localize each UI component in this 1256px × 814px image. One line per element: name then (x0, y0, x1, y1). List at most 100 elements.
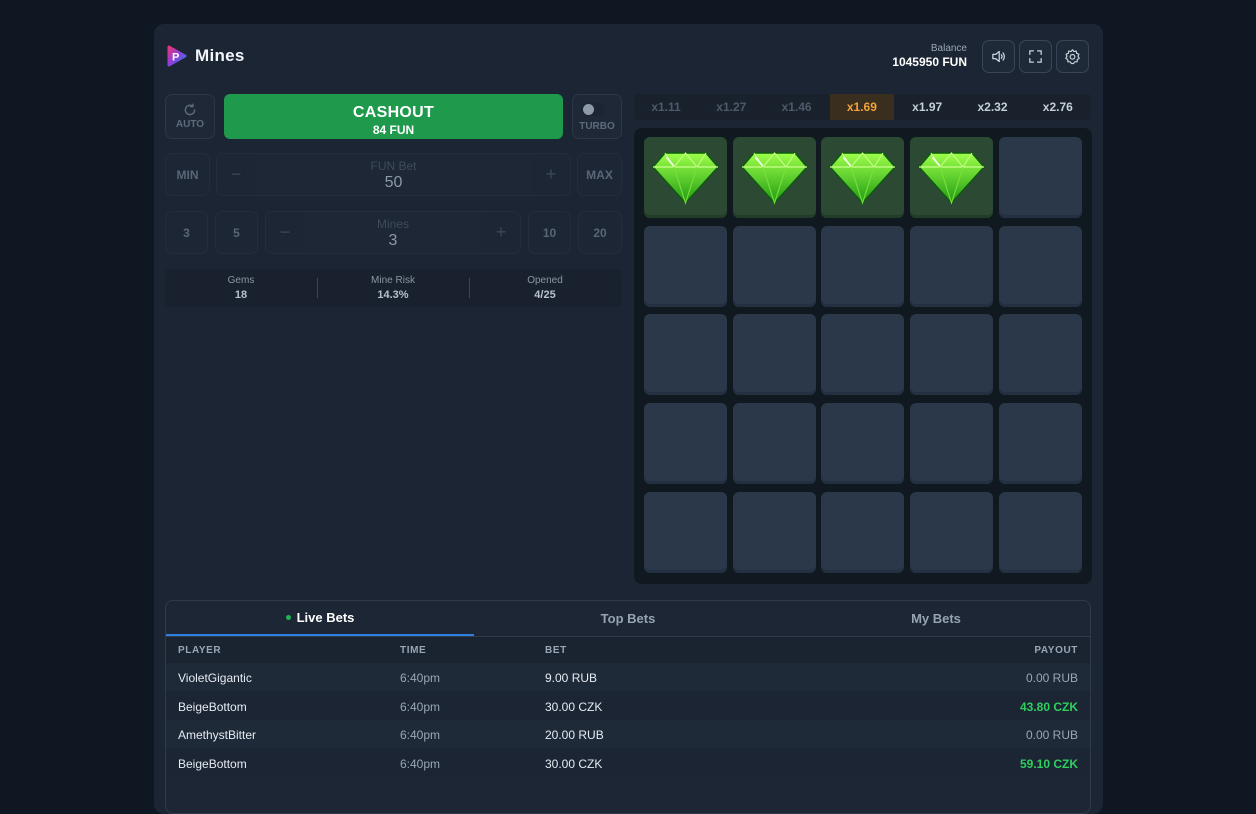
tile-hidden[interactable] (644, 225, 727, 307)
mines-preset-20[interactable]: 20 (578, 211, 622, 254)
balance-value: 1045950 FUN (892, 55, 967, 69)
payout-amount: 0.00 RUB (1025, 671, 1078, 685)
tile-hidden[interactable] (998, 491, 1082, 573)
stats-bar: Gems 18 Mine Risk 14.3% Opened 4/25 (165, 269, 622, 307)
tile-hidden[interactable] (910, 314, 994, 396)
tile-hidden[interactable] (998, 403, 1082, 485)
game-title: Mines (195, 46, 245, 65)
mines-field-label: Mines (376, 217, 409, 231)
tile-hidden[interactable] (644, 314, 727, 396)
bet-time: 6:40pm (400, 756, 441, 771)
tile-hidden[interactable] (732, 314, 816, 396)
tile-hidden[interactable] (910, 225, 994, 307)
stat-gems: Gems 18 (165, 269, 317, 301)
player-name: BeigeBottom (178, 699, 247, 714)
multiplier-4: x1.97 (912, 100, 943, 114)
max-bet-button[interactable]: MAX (577, 153, 622, 196)
stat-opened-value: 4/25 (534, 289, 556, 301)
table-row: BeigeBottom 6:40pm 30.00 CZK 43.80 CZK (166, 691, 1090, 720)
gem-icon (740, 152, 808, 205)
sound-button[interactable] (982, 40, 1015, 73)
tile-hidden[interactable] (821, 225, 905, 307)
tile-hidden[interactable] (821, 403, 905, 485)
stat-opened: Opened 4/25 (469, 269, 621, 301)
turbo-switch-icon (581, 103, 605, 116)
multiplier-3: x1.69 (829, 94, 894, 120)
bet-field-label: FUN Bet (370, 159, 417, 173)
payout-amount: 0.00 RUB (1025, 728, 1078, 742)
settings-button[interactable] (1056, 40, 1089, 73)
mines-value: 3 (388, 232, 398, 249)
cashout-label: CASHOUT (352, 103, 435, 121)
tile-revealed-gem[interactable] (821, 137, 905, 218)
tile-hidden[interactable] (910, 491, 994, 573)
refresh-icon (184, 103, 196, 116)
bet-input[interactable]: FUN Bet 50 (255, 154, 532, 195)
tile-hidden[interactable] (998, 314, 1082, 396)
min-bet-button[interactable]: MIN (165, 153, 210, 196)
stat-mine-risk: Mine Risk 14.3% (317, 269, 469, 301)
mines-preset-3[interactable]: 3 (165, 211, 208, 254)
balance: Balance 1045950 FUN (892, 43, 967, 69)
bets-tabs: Live Bets Top Bets My Bets (166, 601, 1090, 637)
game-window: P Mines Balance 1045950 FUN AUTO CASHOUT… (154, 24, 1103, 814)
live-dot-icon (285, 615, 291, 620)
tab-my-bets[interactable]: My Bets (782, 601, 1090, 636)
tile-hidden[interactable] (644, 491, 727, 573)
tile-hidden[interactable] (998, 225, 1082, 307)
tile-hidden[interactable] (732, 225, 816, 307)
mines-input[interactable]: Mines 3 (304, 212, 482, 253)
bet-time: 6:40pm (400, 699, 441, 714)
bet-amount: 20.00 RUB (545, 728, 604, 742)
auto-button[interactable]: AUTO (165, 94, 215, 139)
mines-board (634, 128, 1092, 584)
tile-hidden[interactable] (910, 403, 994, 485)
bet-decrease-button[interactable]: − (217, 154, 255, 195)
bet-increase-button[interactable]: + (532, 154, 570, 195)
bet-amount: 9.00 RUB (545, 671, 598, 685)
fullscreen-button[interactable] (1019, 40, 1052, 73)
tab-top-bets[interactable]: Top Bets (474, 601, 782, 636)
multiplier-1: x1.27 (716, 100, 747, 114)
tile-hidden[interactable] (821, 314, 905, 396)
turbo-toggle[interactable]: TURBO (572, 94, 622, 139)
bet-time: 6:40pm (400, 671, 441, 685)
stat-gems-value: 18 (234, 289, 248, 301)
gem-icon (918, 152, 986, 205)
mines-field: − Mines 3 + (265, 211, 521, 254)
gem-icon (829, 152, 897, 205)
cashout-button[interactable]: CASHOUT 84 FUN (224, 94, 563, 139)
bet-amount: 30.00 CZK (545, 699, 603, 714)
table-row: BeigeBottom 6:40pm 30.00 CZK 59.10 CZK (166, 748, 1090, 777)
mines-preset-10[interactable]: 10 (528, 211, 571, 254)
tile-hidden[interactable] (732, 403, 816, 485)
tile-hidden[interactable] (732, 491, 816, 573)
mines-decrease-button[interactable]: − (266, 212, 304, 253)
tile-revealed-gem[interactable] (732, 137, 816, 218)
turbo-label: TURBO (579, 121, 615, 132)
fullscreen-icon (1029, 50, 1042, 63)
tile-hidden[interactable] (821, 491, 905, 573)
stat-opened-label: Opened (527, 275, 563, 286)
tab-my-bets-label: My Bets (911, 611, 961, 626)
auto-label: AUTO (175, 119, 205, 130)
mines-increase-button[interactable]: + (482, 212, 520, 253)
tab-live-bets[interactable]: Live Bets (166, 601, 474, 636)
tile-revealed-gem[interactable] (910, 137, 994, 218)
multiplier-6: x2.76 (1042, 100, 1073, 114)
tile-revealed-gem[interactable] (644, 137, 727, 218)
stat-mine-risk-label: Mine Risk (371, 275, 415, 286)
column-header-payout: PAYOUT (1034, 645, 1078, 656)
column-header-player: PLAYER (178, 645, 222, 656)
tile-hidden[interactable] (644, 403, 727, 485)
multiplier-strip: x1.11 x1.27 x1.46 x1.69 x1.97 x2.32 x2.76 (634, 94, 1091, 120)
bet-value: 50 (384, 174, 403, 191)
cashout-amount: 84 FUN (372, 122, 415, 137)
sound-icon (992, 50, 1005, 63)
player-name: AmethystBitter (178, 728, 257, 742)
stat-mine-risk-value: 14.3% (377, 289, 409, 301)
tile-hidden[interactable] (998, 137, 1082, 218)
mines-preset-5[interactable]: 5 (215, 211, 258, 254)
multiplier-5: x2.32 (977, 100, 1008, 114)
player-name: VioletGigantic (178, 671, 252, 685)
